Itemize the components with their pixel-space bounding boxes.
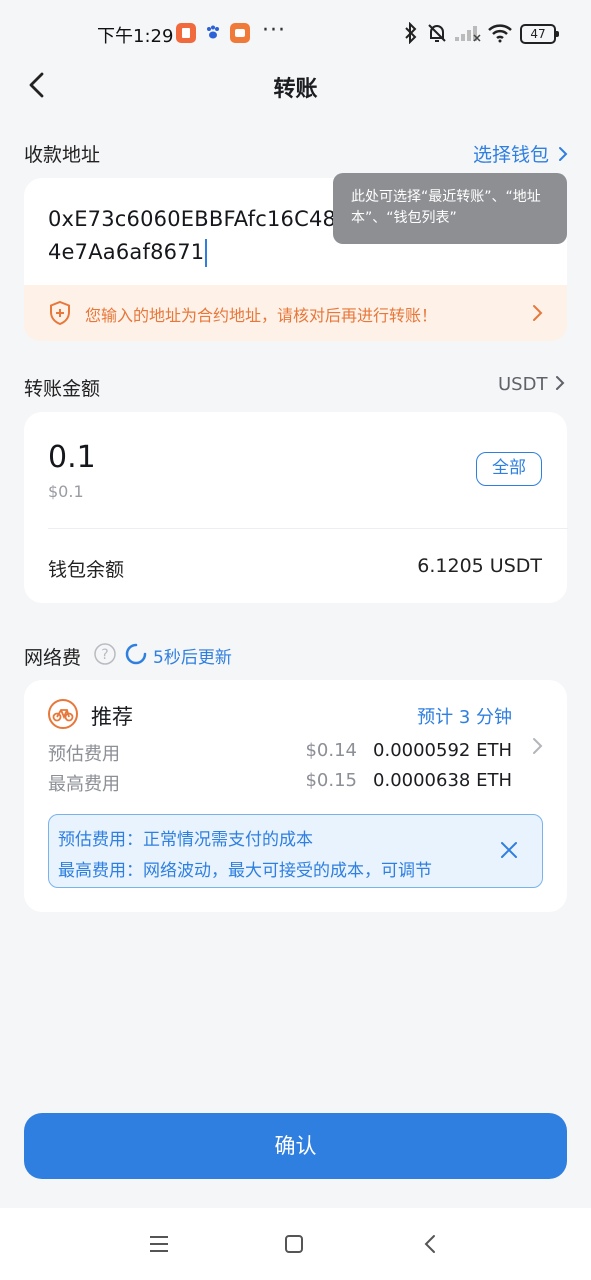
- svg-text:?: ?: [101, 647, 108, 663]
- app-notification-icon: [176, 23, 196, 43]
- chevron-right-icon: [559, 147, 568, 161]
- help-icon[interactable]: ?: [93, 642, 117, 670]
- token-symbol: USDT: [498, 374, 548, 395]
- home-icon[interactable]: [284, 1234, 304, 1258]
- warning-text: 您输入的地址为合约地址，请核对后再进行转账！: [85, 306, 438, 325]
- wifi-icon: [487, 23, 513, 47]
- address-tooltip: 此处可选择“最近转账”、“地址本”、“钱包列表”: [333, 173, 567, 244]
- balance-value: 6.1205 USDT: [417, 555, 542, 577]
- token-selector[interactable]: USDT: [498, 374, 567, 395]
- mute-bell-icon: [426, 22, 448, 48]
- select-wallet-link[interactable]: 选择钱包: [473, 140, 570, 167]
- chevron-right-icon: [530, 303, 544, 327]
- status-bar: 下午1:29 ··· 47: [0, 0, 591, 64]
- more-notifications-icon: ···: [262, 18, 286, 43]
- max-fee-usd: $0.15: [305, 770, 357, 791]
- refresh-countdown: 5秒后更新: [153, 648, 232, 668]
- system-nav-bar: [0, 1208, 591, 1280]
- fee-tier-name: 推荐: [91, 705, 133, 729]
- text-caret: [205, 239, 208, 267]
- menu-icon[interactable]: [148, 1235, 170, 1257]
- fee-info-line-2: 最高费用：网络波动，最大可接受的成本，可调节: [58, 861, 432, 881]
- shield-plus-icon: [47, 300, 73, 330]
- chevron-right-icon: [555, 376, 564, 390]
- network-fee-label: 网络费: [24, 647, 82, 669]
- battery-icon: 47: [520, 24, 559, 44]
- select-wallet-label: 选择钱包: [473, 144, 550, 166]
- estimated-fee-label: 预估费用: [48, 744, 120, 765]
- signal-icon: [454, 24, 482, 46]
- confirm-button[interactable]: 确认: [24, 1113, 567, 1179]
- balance-label: 钱包余额: [48, 559, 125, 581]
- close-icon[interactable]: [499, 840, 519, 864]
- status-time: 下午1:29: [97, 26, 174, 47]
- chevron-right-icon[interactable]: [530, 736, 544, 760]
- amount-input[interactable]: 0.1: [48, 440, 96, 475]
- amount-label: 转账金额: [24, 378, 101, 400]
- fee-info-line-1: 预估费用：正常情况需支付的成本: [58, 830, 313, 850]
- divider: [48, 528, 568, 529]
- max-fee-label: 最高费用: [48, 774, 120, 795]
- bluetooth-icon: [403, 21, 419, 48]
- back-nav-icon[interactable]: [422, 1233, 438, 1259]
- refresh-spinner-icon: [125, 643, 147, 669]
- max-fee-eth: 0.0000638 ETH: [373, 770, 512, 791]
- address-input[interactable]: 0xE73c6060EBBFAfc16C48 4e7Aa6af8671: [48, 203, 348, 269]
- estimated-fee-eth: 0.0000592 ETH: [373, 740, 512, 761]
- estimated-fee-usd: $0.14: [305, 740, 357, 761]
- paw-icon: [204, 24, 222, 46]
- all-button[interactable]: 全部: [476, 452, 542, 486]
- address-line-1: 0xE73c6060EBBFAfc16C48: [48, 207, 337, 231]
- bike-icon: [47, 698, 79, 734]
- fee-eta: 预计 3 分钟: [417, 707, 512, 728]
- amount-usd-value: $0.1: [48, 482, 84, 501]
- app-notification-icon: [230, 23, 250, 43]
- address-line-2: 4e7Aa6af8671: [48, 240, 205, 264]
- page-title: 转账: [273, 77, 318, 102]
- recipient-label: 收款地址: [24, 144, 101, 166]
